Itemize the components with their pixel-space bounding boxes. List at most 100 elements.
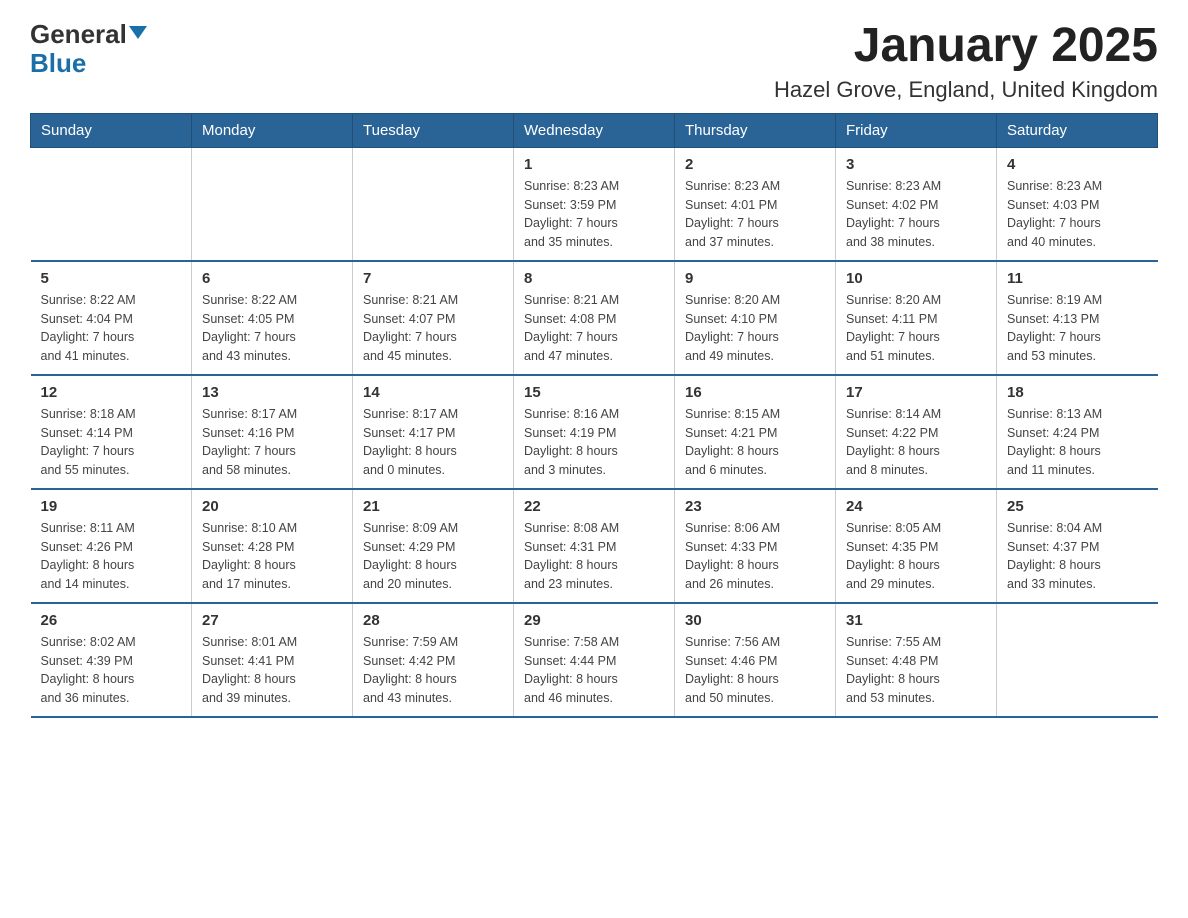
calendar-subtitle: Hazel Grove, England, United Kingdom (774, 77, 1158, 103)
week-row-4: 19 Sunrise: 8:11 AM Sunset: 4:26 PM Dayli… (31, 489, 1158, 603)
day-info: Sunrise: 8:15 AM Sunset: 4:21 PM Dayligh… (685, 405, 825, 480)
day-number: 25 (1007, 498, 1148, 515)
day-info: Sunrise: 8:10 AM Sunset: 4:28 PM Dayligh… (202, 519, 342, 594)
day-info: Sunrise: 8:23 AM Sunset: 4:02 PM Dayligh… (846, 177, 986, 252)
calendar-cell: 12Sunrise: 8:18 AM Sunset: 4:14 PM Dayli… (31, 375, 192, 489)
day-info: Sunrise: 8:17 AM Sunset: 4:16 PM Dayligh… (202, 405, 342, 480)
day-info: Sunrise: 8:13 AM Sunset: 4:24 PM Dayligh… (1007, 405, 1148, 480)
weekday-header-monday: Monday (192, 113, 353, 147)
calendar-cell: 1Sunrise: 8:23 AM Sunset: 3:59 PM Daylig… (514, 147, 675, 261)
day-info: Sunrise: 8:11 AM Sunset: 4:26 PM Dayligh… (41, 519, 182, 594)
day-number: 23 (685, 498, 825, 515)
day-number: 11 (1007, 270, 1148, 287)
day-info: Sunrise: 8:06 AM Sunset: 4:33 PM Dayligh… (685, 519, 825, 594)
day-number: 2 (685, 156, 825, 173)
calendar-cell: 4 Sunrise: 8:23 AM Sunset: 4:03 PM Daylig… (997, 147, 1158, 261)
weekday-header-row: SundayMondayTuesdayWednesdayThursdayFrid… (31, 113, 1158, 147)
calendar-cell: 9 Sunrise: 8:20 AM Sunset: 4:10 PM Daylig… (675, 261, 836, 375)
calendar-table: SundayMondayTuesdayWednesdayThursdayFrid… (30, 113, 1158, 718)
weekday-header-saturday: Saturday (997, 113, 1158, 147)
day-number: 13 (202, 384, 342, 401)
day-info: Sunrise: 8:20 AM Sunset: 4:10 PM Dayligh… (685, 291, 825, 366)
calendar-cell: 14 Sunrise: 8:17 AM Sunset: 4:17 PM Dayli… (353, 375, 514, 489)
weekday-header-friday: Friday (836, 113, 997, 147)
day-number: 28 (363, 612, 503, 629)
day-number: 29 (524, 612, 664, 629)
calendar-cell: 6 Sunrise: 8:22 AM Sunset: 4:05 PM Daylig… (192, 261, 353, 375)
day-info: Sunrise: 8:21 AM Sunset: 4:08 PM Dayligh… (524, 291, 664, 366)
calendar-cell: 16 Sunrise: 8:15 AM Sunset: 4:21 PM Dayli… (675, 375, 836, 489)
calendar-cell: 19 Sunrise: 8:11 AM Sunset: 4:26 PM Dayli… (31, 489, 192, 603)
week-row-1: 1Sunrise: 8:23 AM Sunset: 3:59 PM Daylig… (31, 147, 1158, 261)
day-info: Sunrise: 8:23 AM Sunset: 4:03 PM Dayligh… (1007, 177, 1148, 252)
day-info: Sunrise: 8:18 AM Sunset: 4:14 PM Dayligh… (41, 405, 182, 480)
day-number: 3 (846, 156, 986, 173)
calendar-cell: 5 Sunrise: 8:22 AM Sunset: 4:04 PM Daylig… (31, 261, 192, 375)
calendar-cell: 2 Sunrise: 8:23 AM Sunset: 4:01 PM Daylig… (675, 147, 836, 261)
day-info: Sunrise: 8:19 AM Sunset: 4:13 PM Dayligh… (1007, 291, 1148, 366)
day-info: Sunrise: 7:55 AM Sunset: 4:48 PM Dayligh… (846, 633, 986, 708)
day-info: Sunrise: 7:59 AM Sunset: 4:42 PM Dayligh… (363, 633, 503, 708)
day-number: 22 (524, 498, 664, 515)
calendar-cell: 30 Sunrise: 7:56 AM Sunset: 4:46 PM Dayli… (675, 603, 836, 717)
weekday-header-tuesday: Tuesday (353, 113, 514, 147)
calendar-cell: 3 Sunrise: 8:23 AM Sunset: 4:02 PM Daylig… (836, 147, 997, 261)
calendar-cell: 31 Sunrise: 7:55 AM Sunset: 4:48 PM Dayli… (836, 603, 997, 717)
calendar-cell: 15 Sunrise: 8:16 AM Sunset: 4:19 PM Dayli… (514, 375, 675, 489)
day-number: 20 (202, 498, 342, 515)
calendar-cell: 13 Sunrise: 8:17 AM Sunset: 4:16 PM Dayli… (192, 375, 353, 489)
day-number: 5 (41, 270, 182, 287)
day-number: 26 (41, 612, 182, 629)
day-info: Sunrise: 8:22 AM Sunset: 4:04 PM Dayligh… (41, 291, 182, 366)
day-number: 9 (685, 270, 825, 287)
day-number: 4 (1007, 156, 1148, 173)
day-number: 31 (846, 612, 986, 629)
calendar-cell: 7 Sunrise: 8:21 AM Sunset: 4:07 PM Daylig… (353, 261, 514, 375)
day-number: 6 (202, 270, 342, 287)
weekday-header-thursday: Thursday (675, 113, 836, 147)
day-info: Sunrise: 8:04 AM Sunset: 4:37 PM Dayligh… (1007, 519, 1148, 594)
day-number: 24 (846, 498, 986, 515)
calendar-cell (353, 147, 514, 261)
day-info: Sunrise: 8:22 AM Sunset: 4:05 PM Dayligh… (202, 291, 342, 366)
day-number: 16 (685, 384, 825, 401)
calendar-cell: 11 Sunrise: 8:19 AM Sunset: 4:13 PM Dayli… (997, 261, 1158, 375)
logo-general: General (30, 20, 127, 49)
calendar-cell (31, 147, 192, 261)
day-number: 14 (363, 384, 503, 401)
day-number: 30 (685, 612, 825, 629)
day-number: 17 (846, 384, 986, 401)
day-info: Sunrise: 8:08 AM Sunset: 4:31 PM Dayligh… (524, 519, 664, 594)
calendar-cell (997, 603, 1158, 717)
calendar-cell (192, 147, 353, 261)
day-info: Sunrise: 8:05 AM Sunset: 4:35 PM Dayligh… (846, 519, 986, 594)
calendar-cell: 8 Sunrise: 8:21 AM Sunset: 4:08 PM Daylig… (514, 261, 675, 375)
day-info: Sunrise: 8:14 AM Sunset: 4:22 PM Dayligh… (846, 405, 986, 480)
day-number: 19 (41, 498, 182, 515)
day-info: Sunrise: 8:16 AM Sunset: 4:19 PM Dayligh… (524, 405, 664, 480)
weekday-header-sunday: Sunday (31, 113, 192, 147)
calendar-cell: 17 Sunrise: 8:14 AM Sunset: 4:22 PM Dayli… (836, 375, 997, 489)
calendar-cell: 28 Sunrise: 7:59 AM Sunset: 4:42 PM Dayli… (353, 603, 514, 717)
day-number: 27 (202, 612, 342, 629)
calendar-cell: 29Sunrise: 7:58 AM Sunset: 4:44 PM Dayli… (514, 603, 675, 717)
calendar-cell: 18 Sunrise: 8:13 AM Sunset: 4:24 PM Dayli… (997, 375, 1158, 489)
day-number: 8 (524, 270, 664, 287)
logo: General Blue (30, 20, 147, 77)
day-info: Sunrise: 8:17 AM Sunset: 4:17 PM Dayligh… (363, 405, 503, 480)
day-info: Sunrise: 8:20 AM Sunset: 4:11 PM Dayligh… (846, 291, 986, 366)
day-number: 18 (1007, 384, 1148, 401)
day-number: 7 (363, 270, 503, 287)
day-info: Sunrise: 8:09 AM Sunset: 4:29 PM Dayligh… (363, 519, 503, 594)
calendar-cell: 24 Sunrise: 8:05 AM Sunset: 4:35 PM Dayli… (836, 489, 997, 603)
day-info: Sunrise: 8:23 AM Sunset: 4:01 PM Dayligh… (685, 177, 825, 252)
calendar-cell: 10Sunrise: 8:20 AM Sunset: 4:11 PM Dayli… (836, 261, 997, 375)
logo-triangle-icon (129, 26, 147, 39)
day-info: Sunrise: 8:01 AM Sunset: 4:41 PM Dayligh… (202, 633, 342, 708)
day-info: Sunrise: 8:21 AM Sunset: 4:07 PM Dayligh… (363, 291, 503, 366)
page-header: General Blue January 2025 Hazel Grove, E… (30, 20, 1158, 103)
day-info: Sunrise: 7:56 AM Sunset: 4:46 PM Dayligh… (685, 633, 825, 708)
calendar-cell: 25 Sunrise: 8:04 AM Sunset: 4:37 PM Dayli… (997, 489, 1158, 603)
day-number: 15 (524, 384, 664, 401)
calendar-cell: 26Sunrise: 8:02 AM Sunset: 4:39 PM Dayli… (31, 603, 192, 717)
